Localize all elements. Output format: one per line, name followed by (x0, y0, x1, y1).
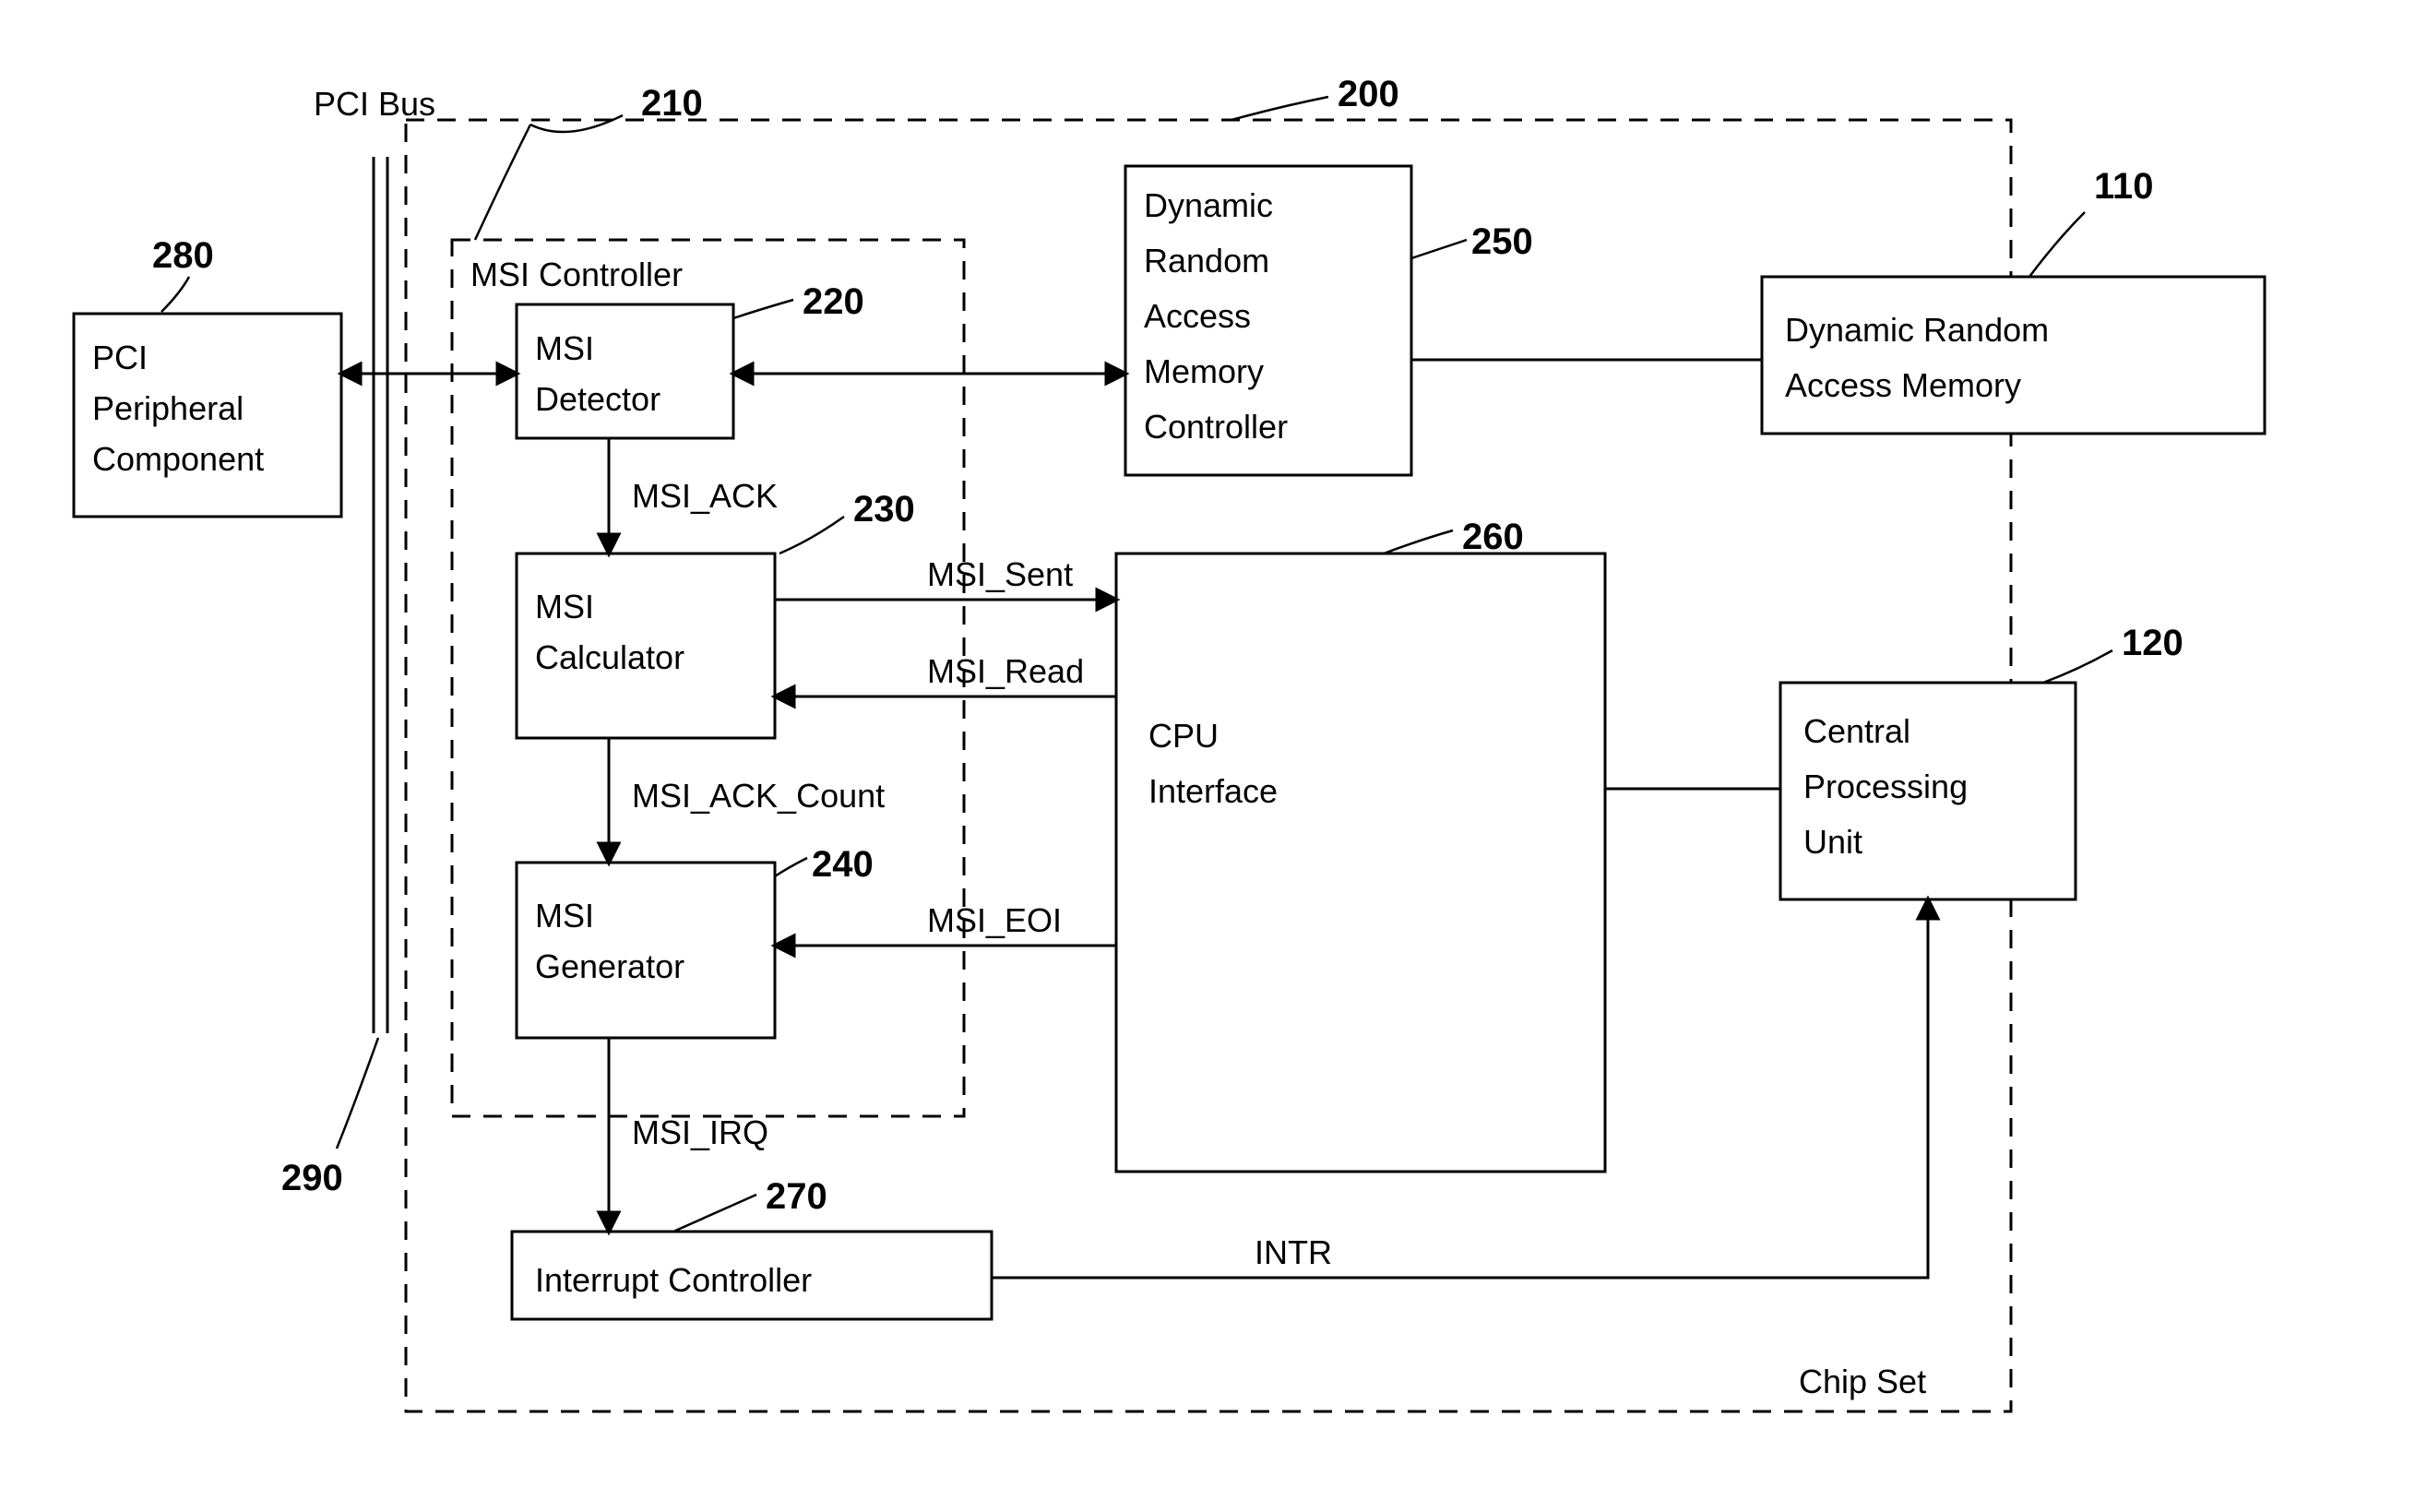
svg-text:MSI: MSI (535, 897, 594, 935)
svg-text:Central: Central (1803, 712, 1910, 750)
svg-text:Interface: Interface (1148, 772, 1278, 810)
svg-text:Controller: Controller (1144, 408, 1288, 446)
ref-280: 280 (152, 235, 214, 276)
interrupt-controller-block: Interrupt Controller (512, 1232, 992, 1319)
ref-110: 110 (2094, 166, 2154, 207)
cpu-block: Central Processing Unit (1780, 683, 2076, 899)
svg-text:Access: Access (1144, 297, 1251, 335)
svg-text:MSI: MSI (535, 329, 594, 367)
svg-text:Unit: Unit (1803, 823, 1862, 861)
cpu-interface-block: CPU Interface (1116, 554, 1605, 1172)
ref-290: 290 (281, 1158, 343, 1198)
ref-230: 230 (853, 489, 915, 530)
pci-bus-label: PCI Bus (314, 85, 435, 123)
svg-text:Dynamic: Dynamic (1144, 186, 1273, 224)
ref-270: 270 (766, 1176, 827, 1217)
ref-200: 200 (1338, 74, 1399, 114)
ref-120: 120 (2122, 623, 2183, 663)
dram-block: Dynamic Random Access Memory (1762, 277, 2265, 434)
ref-220: 220 (803, 281, 864, 322)
svg-text:Memory: Memory (1144, 352, 1264, 390)
svg-text:CPU: CPU (1148, 717, 1219, 755)
svg-text:MSI: MSI (535, 588, 594, 625)
msi-generator-block: MSI Generator (517, 863, 775, 1038)
svg-text:Generator: Generator (535, 947, 684, 985)
svg-text:Processing: Processing (1803, 768, 1968, 805)
sig-msi-sent: MSI_Sent (927, 555, 1073, 593)
ref-260: 260 (1462, 517, 1524, 557)
msi-controller-label: MSI Controller (470, 256, 683, 293)
svg-text:Component: Component (92, 440, 264, 478)
ref-240: 240 (812, 844, 874, 885)
svg-text:Detector: Detector (535, 380, 660, 418)
svg-text:Interrupt Controller: Interrupt Controller (535, 1261, 812, 1299)
sig-msi-read: MSI_Read (927, 652, 1084, 690)
svg-text:Calculator: Calculator (535, 638, 684, 676)
msi-detector-block: MSI Detector (517, 304, 733, 438)
sig-msi-eoi: MSI_EOI (927, 901, 1062, 939)
svg-text:Access Memory: Access Memory (1785, 366, 2021, 404)
ref-250: 250 (1471, 221, 1533, 262)
dram-controller-block: Dynamic Random Access Memory Controller (1125, 166, 1411, 475)
svg-text:PCI: PCI (92, 339, 148, 376)
chip-set-label: Chip Set (1799, 1363, 1926, 1400)
msi-calculator-block: MSI Calculator (517, 554, 775, 738)
pci-peripheral-block: PCI Peripheral Component (74, 314, 341, 517)
svg-text:Random: Random (1144, 242, 1269, 280)
sig-intr: INTR (1255, 1233, 1332, 1271)
sig-msi-irq: MSI_IRQ (632, 1113, 768, 1151)
svg-text:Dynamic Random: Dynamic Random (1785, 311, 2049, 349)
sig-msi-ack: MSI_ACK (632, 477, 778, 515)
ref-210: 210 (641, 83, 703, 124)
sig-msi-ack-count: MSI_ACK_Count (632, 777, 885, 815)
svg-text:Peripheral: Peripheral (92, 389, 244, 427)
